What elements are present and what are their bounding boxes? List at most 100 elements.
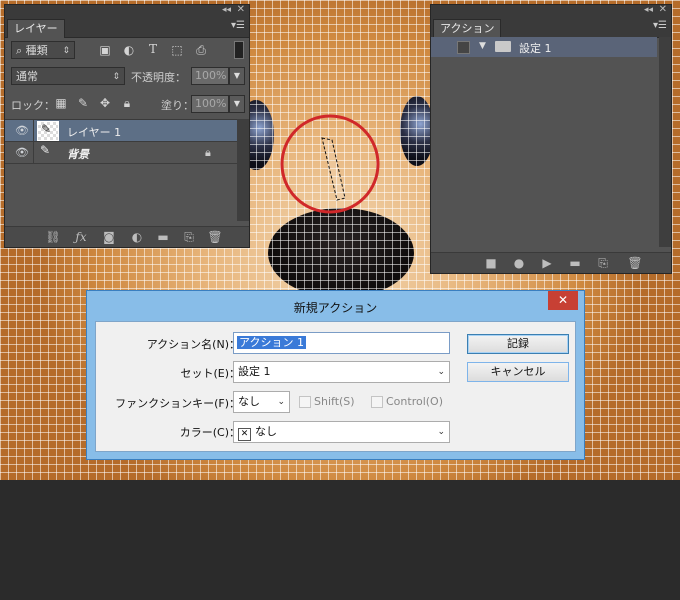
record-icon[interactable]: ● bbox=[511, 256, 527, 270]
visibility-eye-icon[interactable]: 👁︎ bbox=[15, 146, 29, 159]
lock-icon: 🔒︎ bbox=[205, 146, 211, 159]
layer-thumbnail: ✎ bbox=[37, 121, 59, 141]
shape-filter-icon[interactable]: ⬚ bbox=[169, 43, 185, 57]
lock-transparent-icon[interactable]: ▦ bbox=[53, 96, 69, 110]
search-icon: ⌕ bbox=[16, 44, 26, 57]
layer-divider bbox=[33, 142, 34, 164]
set-value: 設定 1 bbox=[238, 365, 271, 378]
set-label: セット(E)： bbox=[180, 367, 240, 380]
opacity-input[interactable]: 100% bbox=[191, 67, 229, 85]
chevron-updown-icon: ⇕ bbox=[112, 72, 120, 82]
action-name-input[interactable]: アクション 1 bbox=[233, 332, 450, 354]
layer-row[interactable]: 👁︎ ✎ 背景 🔒︎ bbox=[5, 142, 237, 164]
blend-mode-value: 通常 bbox=[16, 70, 38, 83]
layer-thumbnail: ✎ bbox=[37, 143, 57, 161]
actions-footer: ■ ● ▶ ▬ ⎘ 🗑︎ bbox=[431, 252, 671, 273]
action-set-name[interactable]: 設定 1 bbox=[519, 40, 552, 56]
actions-scrollbar[interactable] bbox=[659, 37, 671, 247]
layer-name[interactable]: レイヤー 1 bbox=[67, 124, 121, 140]
color-value: なし bbox=[255, 425, 277, 438]
toggle-checkbox[interactable] bbox=[457, 41, 470, 54]
tab-actions[interactable]: アクション bbox=[433, 19, 502, 38]
opacity-label: 不透明度： bbox=[131, 71, 186, 84]
layers-tabbar: レイヤー ▾☰ bbox=[5, 17, 249, 38]
expand-triangle-icon[interactable]: ▼ bbox=[479, 41, 486, 51]
layer-name[interactable]: 背景 bbox=[67, 146, 89, 162]
shift-checkbox[interactable] bbox=[299, 396, 311, 408]
adjustment-layer-icon[interactable]: ◐ bbox=[129, 230, 145, 244]
action-set-row[interactable]: ▼ 設定 1 bbox=[431, 37, 657, 57]
chevron-down-icon: ⌄ bbox=[277, 397, 285, 407]
actions-tabbar: アクション ▾☰ bbox=[431, 17, 671, 38]
panel-menu-icon[interactable]: ▾☰ bbox=[231, 20, 245, 31]
color-select[interactable]: ✕ なし ⌄ bbox=[233, 421, 450, 443]
dialog-close-button[interactable]: ✕ bbox=[548, 291, 578, 310]
new-layer-icon[interactable]: ⎘ bbox=[181, 230, 197, 245]
action-name-label: アクション名(N)： bbox=[146, 338, 240, 351]
panel-header: ◂◂ ✕ bbox=[431, 4, 671, 17]
actions-panel: ◂◂ ✕ アクション ▾☰ ▼ 設定 1 ■ ● ▶ ▬ ⎘ 🗑︎ bbox=[430, 4, 672, 274]
no-color-swatch-icon: ✕ bbox=[238, 428, 251, 441]
brush-icon: ✎ bbox=[40, 143, 51, 157]
filter-kind-select[interactable]: ⌕ 種類 ⇕ bbox=[11, 41, 75, 59]
function-key-value: なし bbox=[238, 395, 260, 408]
new-set-folder-icon[interactable]: ▬ bbox=[567, 256, 583, 270]
trash-icon[interactable]: 🗑︎ bbox=[627, 256, 643, 270]
filter-toggle-switch[interactable] bbox=[234, 41, 244, 59]
layer-list: 👁︎ ✎ レイヤー 1 👁︎ ✎ 背景 🔒︎ bbox=[5, 119, 237, 222]
brush-icon: ✎ bbox=[41, 122, 52, 136]
layers-panel: ◂◂ ✕ レイヤー ▾☰ ⌕ 種類 ⇕ ▣ ◐ T ⬚ ⎙ 通常 ⇕ 不透明度：… bbox=[4, 4, 250, 248]
chevron-updown-icon: ⇕ bbox=[62, 46, 70, 56]
play-icon[interactable]: ▶ bbox=[539, 256, 555, 270]
control-label: Control(O) bbox=[386, 395, 444, 408]
close-icon[interactable]: ✕ bbox=[237, 4, 245, 15]
new-action-icon[interactable]: ⎘ bbox=[595, 256, 611, 271]
lock-position-move-icon[interactable]: ✥ bbox=[97, 96, 113, 110]
collapse-icon[interactable]: ◂◂ bbox=[644, 5, 653, 15]
chevron-down-icon: ⌄ bbox=[437, 427, 445, 437]
function-key-select[interactable]: なし ⌄ bbox=[233, 391, 290, 413]
trash-icon[interactable]: 🗑︎ bbox=[207, 230, 223, 244]
tab-layers[interactable]: レイヤー bbox=[7, 19, 65, 38]
chevron-down-icon: ⌄ bbox=[437, 367, 445, 377]
text-filter-icon[interactable]: T bbox=[145, 42, 161, 56]
stop-icon[interactable]: ■ bbox=[483, 256, 499, 270]
blend-mode-select[interactable]: 通常 ⇕ bbox=[11, 67, 125, 85]
folder-icon bbox=[495, 41, 511, 52]
layer-divider bbox=[33, 120, 34, 142]
layer-row[interactable]: 👁︎ ✎ レイヤー 1 bbox=[5, 120, 237, 142]
control-checkbox[interactable] bbox=[371, 396, 383, 408]
panel-header: ◂◂ ✕ bbox=[5, 4, 249, 17]
add-mask-icon[interactable]: ◙ bbox=[101, 230, 117, 244]
dialog-title: 新規アクション bbox=[293, 301, 378, 315]
set-select[interactable]: 設定 1 ⌄ bbox=[233, 361, 450, 383]
color-label: カラー(C)： bbox=[179, 426, 240, 439]
fx-icon[interactable]: ƒx bbox=[73, 230, 89, 244]
dialog-titlebar[interactable]: 新規アクション ✕ bbox=[87, 291, 584, 321]
lasso-selection bbox=[321, 137, 346, 201]
action-name-value: アクション 1 bbox=[237, 336, 306, 349]
fill-label: 塗り： bbox=[161, 99, 194, 112]
visibility-eye-icon[interactable]: 👁︎ bbox=[15, 124, 29, 137]
lock-label: ロック： bbox=[11, 99, 55, 112]
shift-label: Shift(S) bbox=[314, 395, 355, 408]
cancel-button[interactable]: キャンセル bbox=[467, 362, 569, 382]
image-filter-icon[interactable]: ▣ bbox=[97, 43, 113, 57]
layers-scrollbar[interactable] bbox=[237, 119, 249, 221]
lock-all-icon[interactable]: 🔒︎ bbox=[119, 96, 135, 111]
dialog-body: アクション名(N)： アクション 1 記録 セット(E)： 設定 1 ⌄ キャン… bbox=[95, 321, 576, 452]
panel-menu-icon[interactable]: ▾☰ bbox=[653, 20, 667, 31]
link-layers-icon[interactable]: ⛓︎ bbox=[45, 230, 61, 244]
record-button[interactable]: 記録 bbox=[467, 334, 569, 354]
close-icon[interactable]: ✕ bbox=[659, 4, 667, 15]
fill-dropdown-button[interactable]: ▼ bbox=[229, 95, 245, 113]
workspace-background bbox=[0, 480, 680, 600]
opacity-dropdown-button[interactable]: ▼ bbox=[229, 67, 245, 85]
function-key-label: ファンクションキー(F)： bbox=[115, 397, 240, 410]
new-group-folder-icon[interactable]: ▬ bbox=[155, 230, 171, 244]
fill-input[interactable]: 100% bbox=[191, 95, 229, 113]
lock-paint-brush-icon[interactable]: ✎ bbox=[75, 96, 91, 110]
adjustment-filter-icon[interactable]: ◐ bbox=[121, 43, 137, 57]
smartobject-filter-icon[interactable]: ⎙ bbox=[193, 43, 209, 58]
collapse-icon[interactable]: ◂◂ bbox=[222, 5, 231, 15]
